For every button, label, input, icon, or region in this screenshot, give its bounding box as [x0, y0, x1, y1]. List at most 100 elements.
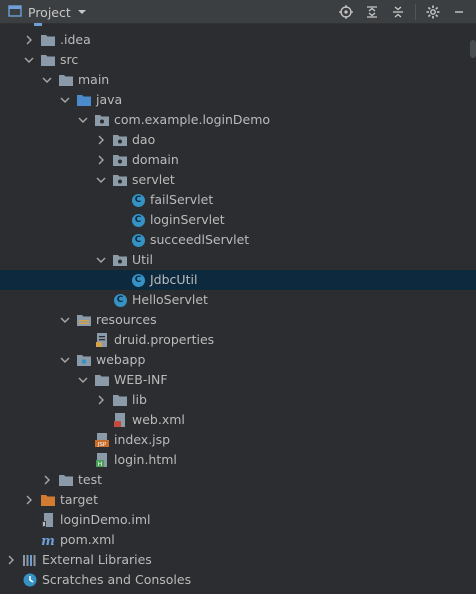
tree-node-index-jsp[interactable]: JSP index.jsp — [0, 430, 476, 450]
chevron-down-icon[interactable] — [40, 73, 54, 87]
chevron-down-icon[interactable] — [77, 5, 87, 20]
tree-node-label: java — [96, 92, 123, 107]
tree-node-label: target — [60, 492, 99, 507]
tree-node-test[interactable]: test — [0, 470, 476, 490]
chevron-right-icon[interactable] — [40, 473, 54, 487]
tree-node-label: HelloServlet — [132, 292, 208, 307]
tree-node-label: pom.xml — [60, 532, 115, 547]
tree-node-domain[interactable]: domain — [0, 150, 476, 170]
tree-node-util[interactable]: Util — [0, 250, 476, 270]
chevron-down-icon[interactable] — [58, 313, 72, 327]
minimize-icon[interactable] — [450, 3, 468, 21]
tree-node-label: loginDemo.iml — [60, 512, 151, 527]
folder-icon — [58, 72, 74, 88]
tree-node-label: webapp — [96, 352, 146, 367]
chevron-down-icon[interactable] — [76, 373, 90, 387]
maven-pom-icon: m — [40, 532, 56, 548]
svg-text:m: m — [41, 534, 55, 548]
chevron-down-icon[interactable] — [94, 253, 108, 267]
tree-node-web-inf[interactable]: WEB-INF — [0, 370, 476, 390]
tree-node-dao[interactable]: dao — [0, 130, 476, 150]
vertical-scrollbar[interactable] — [470, 40, 476, 58]
iml-file-icon — [40, 512, 56, 528]
folder-icon — [58, 472, 74, 488]
tree-node-jdbcutil[interactable]: C JdbcUtil — [0, 270, 476, 290]
chevron-right-icon[interactable] — [94, 393, 108, 407]
tree-node-label: domain — [132, 152, 179, 167]
chevron-down-icon[interactable] — [58, 353, 72, 367]
tree-node-external-libraries[interactable]: External Libraries — [0, 550, 476, 570]
tree-node-label: index.jsp — [114, 432, 171, 447]
resources-folder-icon — [76, 312, 92, 328]
chevron-down-icon[interactable] — [94, 173, 108, 187]
tree-node-label: WEB-INF — [114, 372, 168, 387]
tree-node-label: login.html — [114, 452, 177, 467]
tree-node-scratches-and-consoles[interactable]: Scratches and Consoles — [0, 570, 476, 590]
tree-node-logindemo-iml[interactable]: loginDemo.iml — [0, 510, 476, 530]
tree-node-label: JdbcUtil — [150, 272, 198, 287]
external-libraries-icon — [22, 552, 38, 568]
tree-node-webapp[interactable]: webapp — [0, 350, 476, 370]
tree-node-label: com.example.loginDemo — [114, 112, 271, 127]
tree-node-web-xml[interactable]: web.xml — [0, 410, 476, 430]
tree-node-main[interactable]: main — [0, 70, 476, 90]
chevron-down-icon[interactable] — [22, 53, 36, 67]
tree-node-loginservlet[interactable]: CloginServlet — [0, 210, 476, 230]
properties-file-icon — [94, 332, 110, 348]
tree-node-druid-properties[interactable]: druid.properties — [0, 330, 476, 350]
tree-node-com-example-logindemo[interactable]: com.example.loginDemo — [0, 110, 476, 130]
collapse-all-icon[interactable] — [389, 3, 407, 21]
svg-text:H: H — [98, 461, 103, 468]
svg-text:JSP: JSP — [97, 442, 107, 448]
package-icon — [112, 172, 128, 188]
chevron-down-icon[interactable] — [58, 93, 72, 107]
tree-node-failservlet[interactable]: CfailServlet — [0, 190, 476, 210]
tree-node-succeedlservlet[interactable]: CsucceedlServlet — [0, 230, 476, 250]
tree-node-idea[interactable]: .idea — [0, 30, 476, 50]
folder-icon — [40, 32, 56, 48]
tree-node-java[interactable]: java — [0, 90, 476, 110]
java-class-icon: C — [130, 232, 146, 248]
tree-node-label: servlet — [132, 172, 175, 187]
toolbar-separator — [415, 4, 416, 20]
chevron-right-icon[interactable] — [4, 553, 18, 567]
tree-node-label: Scratches and Consoles — [42, 572, 192, 587]
tree-node-resources[interactable]: resources — [0, 310, 476, 330]
tree-node-login-html[interactable]: Hlogin.html — [0, 450, 476, 470]
chevron-right-icon[interactable] — [22, 493, 36, 507]
tree-node-servlet[interactable]: servlet — [0, 170, 476, 190]
folder-icon — [94, 372, 110, 388]
tree-node-label: loginServlet — [150, 212, 225, 227]
tree-node-pom-xml[interactable]: m pom.xml — [0, 530, 476, 550]
tree-node-label: src — [60, 52, 79, 67]
tree-node-label: succeedlServlet — [150, 232, 250, 247]
chevron-right-icon[interactable] — [94, 133, 108, 147]
project-view-selector[interactable]: Project — [8, 4, 87, 20]
chevron-right-icon[interactable] — [22, 33, 36, 47]
locate-icon[interactable] — [337, 3, 355, 21]
tree-node-label: resources — [96, 312, 157, 327]
java-class-icon: C — [112, 292, 128, 308]
tree-node-helloservlet[interactable]: C HelloServlet — [0, 290, 476, 310]
package-icon — [112, 152, 128, 168]
tree-node-label: External Libraries — [42, 552, 152, 567]
chevron-right-icon[interactable] — [94, 153, 108, 167]
expand-all-icon[interactable] — [363, 3, 381, 21]
gear-icon[interactable] — [424, 3, 442, 21]
package-icon — [112, 132, 128, 148]
tree-node-label: druid.properties — [114, 332, 215, 347]
chevron-down-icon[interactable] — [76, 113, 90, 127]
tree-node-lib[interactable]: lib — [0, 390, 476, 410]
tree-node-src[interactable]: src — [0, 50, 476, 70]
tree-node-target[interactable]: target — [0, 490, 476, 510]
project-tool-window-header: Project — [0, 0, 476, 24]
package-icon — [112, 252, 128, 268]
tree-node-label: lib — [132, 392, 147, 407]
tree-node-label: .idea — [60, 32, 91, 47]
